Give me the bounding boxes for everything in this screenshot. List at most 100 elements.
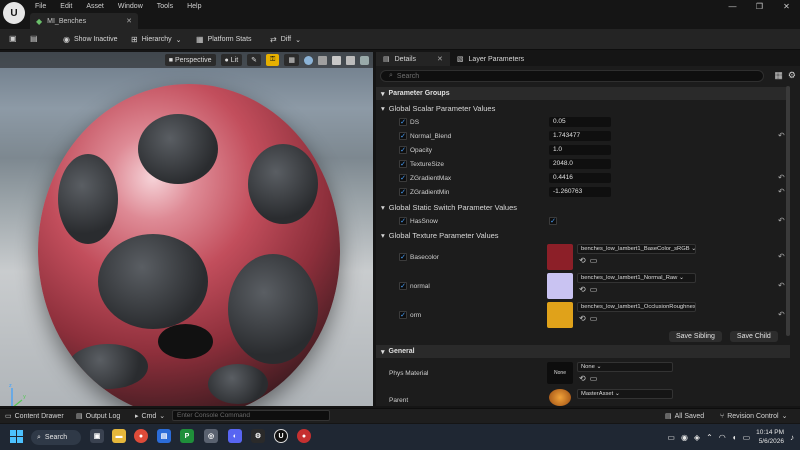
- menu-asset[interactable]: Asset: [86, 3, 104, 10]
- override-checkbox[interactable]: ✓: [399, 174, 407, 182]
- sourcetree-icon[interactable]: ◎: [204, 429, 218, 443]
- network-icon[interactable]: ◈: [694, 433, 700, 442]
- reset-arrow-icon[interactable]: ↶: [778, 131, 785, 140]
- scalar-group-header[interactable]: ▾ Global Scalar Parameter Values: [376, 101, 790, 115]
- scalar-value-field[interactable]: 0.05: [549, 117, 611, 127]
- cmd-button[interactable]: ▸ Cmd ⌄: [135, 412, 165, 421]
- settings-icon[interactable]: ⚙: [251, 429, 265, 443]
- browse-folder-icon[interactable]: ▭: [590, 314, 598, 323]
- hassnow-checkbox[interactable]: ✓: [549, 217, 557, 225]
- hierarchy-button[interactable]: ⊞ Hierarchy ⌄: [131, 35, 182, 44]
- menu-edit[interactable]: Edit: [60, 3, 72, 10]
- volume-icon[interactable]: ◖: [732, 433, 737, 442]
- browse-folder-icon[interactable]: ▭: [590, 256, 598, 265]
- unreal-engine-icon[interactable]: U: [274, 429, 288, 443]
- browse-icon[interactable]: ▤: [30, 34, 38, 43]
- preview-mesh-icon[interactable]: [360, 55, 369, 65]
- taskbar-clock[interactable]: 10:14 PM 5/6/2026: [756, 428, 784, 446]
- transform-mode-button[interactable]: ✎: [247, 54, 262, 66]
- tab-layer-parameters[interactable]: ▧ Layer Parameters: [450, 52, 531, 66]
- windows-start-icon[interactable]: [10, 430, 23, 443]
- output-log-button[interactable]: ▤ Output Log: [76, 412, 120, 421]
- perspective-button[interactable]: ■ Perspective: [164, 54, 216, 66]
- file-explorer-icon[interactable]: ▬: [112, 429, 126, 443]
- details-search-input[interactable]: ⌕ Search: [380, 70, 764, 82]
- reset-arrow-icon[interactable]: ↶: [778, 187, 785, 196]
- phys-material-dropdown[interactable]: None ⌄: [577, 362, 673, 372]
- menu-help[interactable]: Help: [187, 3, 201, 10]
- menu-window[interactable]: Window: [118, 3, 143, 10]
- scalar-value-field[interactable]: 1.743477: [549, 131, 611, 141]
- maximize-icon[interactable]: ❐: [746, 2, 773, 11]
- preview-plane-icon[interactable]: [332, 55, 341, 65]
- revision-control-button[interactable]: ⑂ Revision Control ⌄: [720, 412, 787, 421]
- reset-arrow-icon[interactable]: ↶: [778, 173, 785, 182]
- texture-thumbnail[interactable]: [547, 302, 573, 328]
- reset-arrow-icon[interactable]: ↶: [778, 310, 785, 319]
- override-checkbox[interactable]: ✓: [399, 118, 407, 126]
- menu-tools[interactable]: Tools: [157, 3, 173, 10]
- use-selected-icon[interactable]: ⟲: [579, 314, 586, 323]
- realtime-toggle-button[interactable]: ⚿: [266, 54, 280, 66]
- texture-group-header[interactable]: ▾ Global Texture Parameter Values: [376, 228, 790, 242]
- reset-arrow-icon[interactable]: ↶: [778, 281, 785, 290]
- store-icon[interactable]: ▤: [157, 429, 171, 443]
- texture-asset-dropdown[interactable]: benches_low_lambert1_BaseColor_sRGB ⌄: [577, 244, 696, 254]
- steam-icon[interactable]: ◉: [681, 433, 688, 442]
- browse-folder-icon[interactable]: ▭: [590, 285, 598, 294]
- texture-thumbnail[interactable]: [547, 273, 573, 299]
- tab-details[interactable]: ▤ Details ✕: [376, 52, 450, 66]
- scalar-value-field[interactable]: 2048.0: [549, 159, 611, 169]
- taskbar-search[interactable]: ⌕ Search: [31, 430, 81, 445]
- close-tab-icon[interactable]: ✕: [126, 17, 132, 25]
- close-window-icon[interactable]: ✕: [773, 2, 800, 11]
- parent-dropdown[interactable]: MasterAsset ⌄: [577, 389, 673, 399]
- task-view-icon[interactable]: ▣: [90, 429, 104, 443]
- settings-gear-icon[interactable]: ⚙: [788, 70, 796, 81]
- override-checkbox[interactable]: ✓: [399, 217, 407, 225]
- recorder-icon[interactable]: ●: [297, 429, 311, 443]
- preview-cube-icon[interactable]: [346, 55, 355, 65]
- override-checkbox[interactable]: ✓: [399, 188, 407, 196]
- reset-arrow-icon[interactable]: ↶: [778, 252, 785, 261]
- console-command-input[interactable]: Enter Console Command: [172, 410, 330, 421]
- texture-asset-dropdown[interactable]: benches_low_lambert1_OcclusionRoughnessM…: [577, 302, 696, 312]
- table-view-icon[interactable]: ▦: [774, 70, 783, 81]
- switch-group-header[interactable]: ▾ Global Static Switch Parameter Values: [376, 200, 790, 214]
- show-inactive-button[interactable]: ◉ Show Inactive: [63, 35, 118, 44]
- scalar-value-field[interactable]: 1.0: [549, 145, 611, 155]
- override-checkbox[interactable]: ✓: [399, 311, 407, 319]
- wifi-icon[interactable]: ◠: [719, 433, 726, 442]
- browse-folder-icon[interactable]: ▭: [590, 374, 598, 383]
- parent-thumbnail[interactable]: [549, 389, 571, 406]
- unreal-logo-icon[interactable]: U: [3, 2, 25, 24]
- pycharm-icon[interactable]: P: [180, 429, 194, 443]
- platform-stats-button[interactable]: ▦ Platform Stats: [196, 35, 252, 44]
- use-selected-icon[interactable]: ⟲: [579, 374, 586, 383]
- discord-icon[interactable]: ◐: [228, 429, 242, 443]
- chevron-up-icon[interactable]: ⌃: [706, 433, 713, 442]
- battery-icon[interactable]: ▭: [743, 433, 751, 442]
- preview-cylinder-icon[interactable]: [318, 55, 327, 65]
- use-selected-icon[interactable]: ⟲: [579, 256, 586, 265]
- reset-arrow-icon[interactable]: ↶: [778, 216, 785, 225]
- override-checkbox[interactable]: ✓: [399, 146, 407, 154]
- menu-file[interactable]: File: [35, 3, 46, 10]
- lit-button[interactable]: ● Lit: [220, 54, 243, 66]
- parameter-groups-header[interactable]: ▾ Parameter Groups: [376, 87, 790, 100]
- details-scrollbar[interactable]: [786, 86, 790, 336]
- diff-button[interactable]: ⇄ Diff ⌄: [270, 35, 301, 44]
- save-sibling-button[interactable]: Save Sibling: [669, 331, 722, 342]
- save-child-button[interactable]: Save Child: [729, 331, 778, 342]
- preview-sphere-icon[interactable]: [304, 55, 313, 65]
- general-header[interactable]: ▾ General: [376, 345, 790, 358]
- phys-material-thumbnail[interactable]: None: [547, 362, 573, 384]
- notification-bell-icon[interactable]: ♪: [790, 433, 794, 442]
- use-selected-icon[interactable]: ⟲: [579, 285, 586, 294]
- save-icon[interactable]: ▣: [9, 34, 17, 43]
- scalar-value-field[interactable]: 0.4416: [549, 173, 611, 183]
- asset-tab[interactable]: ◆ MI_Benches ✕: [30, 13, 138, 29]
- chrome-icon[interactable]: ●: [134, 429, 148, 443]
- minimize-icon[interactable]: —: [719, 2, 746, 11]
- override-checkbox[interactable]: ✓: [399, 253, 407, 261]
